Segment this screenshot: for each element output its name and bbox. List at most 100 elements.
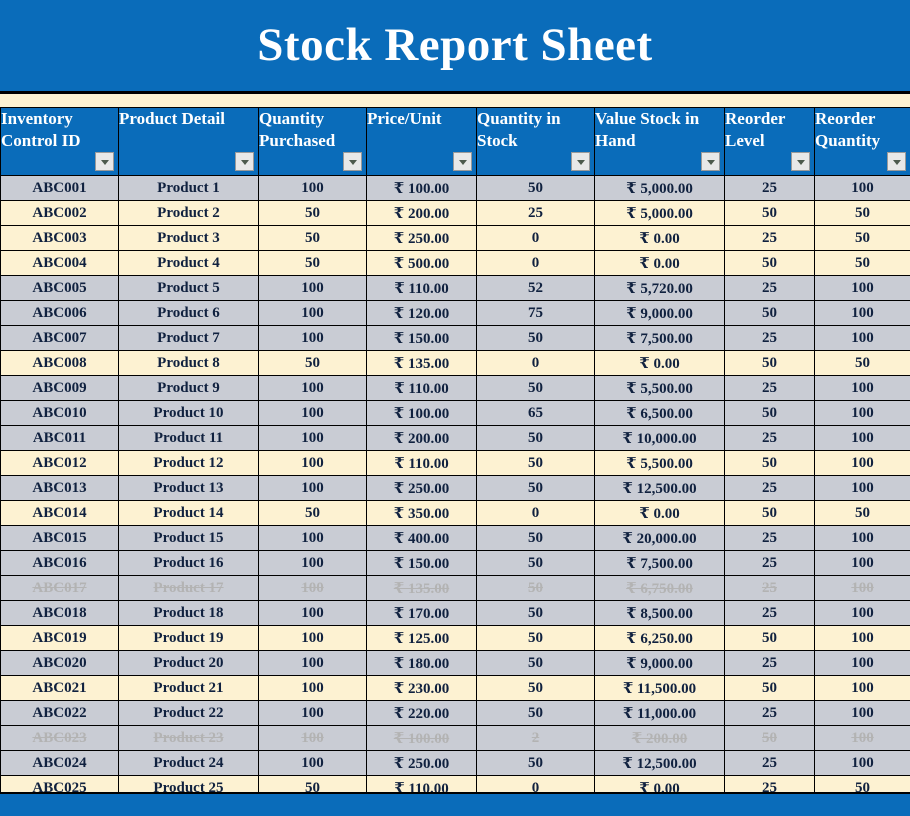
cell-r7-c3[interactable]: ₹ 135.00 xyxy=(366,350,477,376)
cell-r15-c5[interactable]: ₹ 7,500.00 xyxy=(594,550,725,576)
cell-r21-c0[interactable]: ABC022 xyxy=(0,700,119,726)
cell-r10-c5[interactable]: ₹ 10,000.00 xyxy=(594,425,725,451)
cell-r17-c0[interactable]: ABC018 xyxy=(0,600,119,626)
cell-r0-c2[interactable]: 100 xyxy=(258,175,367,201)
cell-r6-c0[interactable]: ABC007 xyxy=(0,325,119,351)
cell-r7-c5[interactable]: ₹ 0.00 xyxy=(594,350,725,376)
cell-r7-c4[interactable]: 0 xyxy=(476,350,595,376)
cell-r14-c4[interactable]: 50 xyxy=(476,525,595,551)
cell-r13-c1[interactable]: Product 14 xyxy=(118,500,259,526)
filter-dropdown-icon[interactable] xyxy=(453,152,472,171)
cell-r20-c4[interactable]: 50 xyxy=(476,675,595,701)
cell-r0-c5[interactable]: ₹ 5,000.00 xyxy=(594,175,725,201)
cell-r2-c7[interactable]: 50 xyxy=(814,225,910,251)
cell-r23-c5[interactable]: ₹ 12,500.00 xyxy=(594,750,725,776)
cell-r11-c4[interactable]: 50 xyxy=(476,450,595,476)
cell-r4-c3[interactable]: ₹ 110.00 xyxy=(366,275,477,301)
cell-r1-c2[interactable]: 50 xyxy=(258,200,367,226)
cell-r0-c3[interactable]: ₹ 100.00 xyxy=(366,175,477,201)
filter-dropdown-icon[interactable] xyxy=(887,152,906,171)
cell-r13-c7[interactable]: 50 xyxy=(814,500,910,526)
cell-r22-c4[interactable]: 2 xyxy=(476,725,595,751)
cell-r23-c3[interactable]: ₹ 250.00 xyxy=(366,750,477,776)
cell-r19-c3[interactable]: ₹ 180.00 xyxy=(366,650,477,676)
cell-r7-c0[interactable]: ABC008 xyxy=(0,350,119,376)
cell-r4-c2[interactable]: 100 xyxy=(258,275,367,301)
cell-r18-c5[interactable]: ₹ 6,250.00 xyxy=(594,625,725,651)
cell-r17-c3[interactable]: ₹ 170.00 xyxy=(366,600,477,626)
cell-r9-c6[interactable]: 50 xyxy=(724,400,815,426)
cell-r12-c2[interactable]: 100 xyxy=(258,475,367,501)
cell-r14-c6[interactable]: 25 xyxy=(724,525,815,551)
cell-r11-c2[interactable]: 100 xyxy=(258,450,367,476)
cell-r17-c5[interactable]: ₹ 8,500.00 xyxy=(594,600,725,626)
cell-r0-c6[interactable]: 25 xyxy=(724,175,815,201)
cell-r18-c3[interactable]: ₹ 125.00 xyxy=(366,625,477,651)
cell-r13-c4[interactable]: 0 xyxy=(476,500,595,526)
cell-r10-c2[interactable]: 100 xyxy=(258,425,367,451)
cell-r5-c2[interactable]: 100 xyxy=(258,300,367,326)
cell-r11-c0[interactable]: ABC012 xyxy=(0,450,119,476)
cell-r2-c6[interactable]: 25 xyxy=(724,225,815,251)
cell-r17-c2[interactable]: 100 xyxy=(258,600,367,626)
cell-r5-c0[interactable]: ABC006 xyxy=(0,300,119,326)
cell-r11-c6[interactable]: 50 xyxy=(724,450,815,476)
cell-r14-c5[interactable]: ₹ 20,000.00 xyxy=(594,525,725,551)
cell-r20-c6[interactable]: 50 xyxy=(724,675,815,701)
cell-r6-c6[interactable]: 25 xyxy=(724,325,815,351)
cell-r1-c0[interactable]: ABC002 xyxy=(0,200,119,226)
cell-r21-c3[interactable]: ₹ 220.00 xyxy=(366,700,477,726)
cell-r13-c3[interactable]: ₹ 350.00 xyxy=(366,500,477,526)
cell-r10-c6[interactable]: 25 xyxy=(724,425,815,451)
cell-r2-c3[interactable]: ₹ 250.00 xyxy=(366,225,477,251)
filter-dropdown-icon[interactable] xyxy=(571,152,590,171)
cell-r15-c4[interactable]: 50 xyxy=(476,550,595,576)
cell-r16-c1[interactable]: Product 17 xyxy=(118,575,259,601)
cell-r5-c1[interactable]: Product 6 xyxy=(118,300,259,326)
cell-r20-c5[interactable]: ₹ 11,500.00 xyxy=(594,675,725,701)
cell-r21-c5[interactable]: ₹ 11,000.00 xyxy=(594,700,725,726)
cell-r10-c3[interactable]: ₹ 200.00 xyxy=(366,425,477,451)
cell-r0-c1[interactable]: Product 1 xyxy=(118,175,259,201)
cell-r12-c5[interactable]: ₹ 12,500.00 xyxy=(594,475,725,501)
cell-r22-c0[interactable]: ABC023 xyxy=(0,725,119,751)
cell-r1-c6[interactable]: 50 xyxy=(724,200,815,226)
cell-r6-c1[interactable]: Product 7 xyxy=(118,325,259,351)
cell-r20-c0[interactable]: ABC021 xyxy=(0,675,119,701)
cell-r11-c5[interactable]: ₹ 5,500.00 xyxy=(594,450,725,476)
cell-r10-c7[interactable]: 100 xyxy=(814,425,910,451)
cell-r10-c1[interactable]: Product 11 xyxy=(118,425,259,451)
cell-r12-c4[interactable]: 50 xyxy=(476,475,595,501)
filter-dropdown-icon[interactable] xyxy=(343,152,362,171)
cell-r0-c0[interactable]: ABC001 xyxy=(0,175,119,201)
cell-r8-c2[interactable]: 100 xyxy=(258,375,367,401)
cell-r13-c6[interactable]: 50 xyxy=(724,500,815,526)
cell-r23-c7[interactable]: 100 xyxy=(814,750,910,776)
cell-r15-c0[interactable]: ABC016 xyxy=(0,550,119,576)
cell-r3-c3[interactable]: ₹ 500.00 xyxy=(366,250,477,276)
cell-r8-c3[interactable]: ₹ 110.00 xyxy=(366,375,477,401)
cell-r12-c1[interactable]: Product 13 xyxy=(118,475,259,501)
cell-r21-c1[interactable]: Product 22 xyxy=(118,700,259,726)
cell-r12-c0[interactable]: ABC013 xyxy=(0,475,119,501)
cell-r14-c2[interactable]: 100 xyxy=(258,525,367,551)
cell-r2-c1[interactable]: Product 3 xyxy=(118,225,259,251)
cell-r21-c6[interactable]: 25 xyxy=(724,700,815,726)
cell-r17-c1[interactable]: Product 18 xyxy=(118,600,259,626)
cell-r0-c4[interactable]: 50 xyxy=(476,175,595,201)
cell-r19-c5[interactable]: ₹ 9,000.00 xyxy=(594,650,725,676)
cell-r23-c6[interactable]: 25 xyxy=(724,750,815,776)
cell-r4-c0[interactable]: ABC005 xyxy=(0,275,119,301)
cell-r6-c3[interactable]: ₹ 150.00 xyxy=(366,325,477,351)
cell-r9-c0[interactable]: ABC010 xyxy=(0,400,119,426)
cell-r14-c7[interactable]: 100 xyxy=(814,525,910,551)
cell-r16-c7[interactable]: 100 xyxy=(814,575,910,601)
cell-r20-c2[interactable]: 100 xyxy=(258,675,367,701)
cell-r2-c4[interactable]: 0 xyxy=(476,225,595,251)
cell-r16-c5[interactable]: ₹ 6,750.00 xyxy=(594,575,725,601)
cell-r22-c6[interactable]: 50 xyxy=(724,725,815,751)
cell-r3-c0[interactable]: ABC004 xyxy=(0,250,119,276)
cell-r18-c4[interactable]: 50 xyxy=(476,625,595,651)
cell-r3-c7[interactable]: 50 xyxy=(814,250,910,276)
cell-r2-c0[interactable]: ABC003 xyxy=(0,225,119,251)
